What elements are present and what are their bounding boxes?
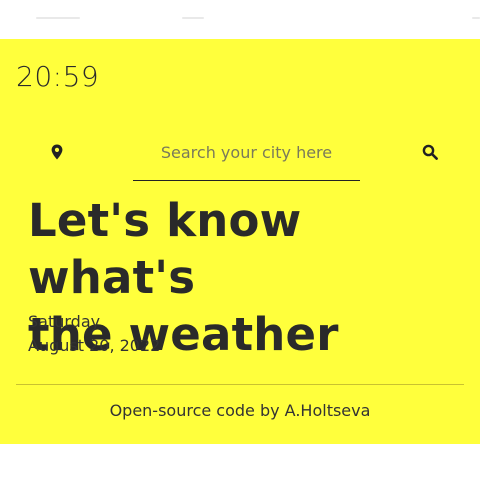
weekday-label: Saturday [28,312,101,331]
source-code-link[interactable]: Open-source code by A.Holtseva [0,401,480,420]
search-input[interactable] [133,134,360,170]
top-decoration [182,17,204,19]
search-field [133,134,360,181]
clock: 20:59 [16,60,100,93]
location-pin-icon[interactable] [50,144,64,160]
top-decoration [472,17,480,19]
top-decoration [36,17,80,19]
search-icon[interactable] [422,144,438,160]
divider [16,384,464,385]
weather-card: 20:59 Let's know what's the weather Satu… [0,39,480,444]
top-strip [0,0,480,39]
date-label: August 20, 2022 [28,336,161,355]
title-line-1: Let's know what's [28,194,302,304]
